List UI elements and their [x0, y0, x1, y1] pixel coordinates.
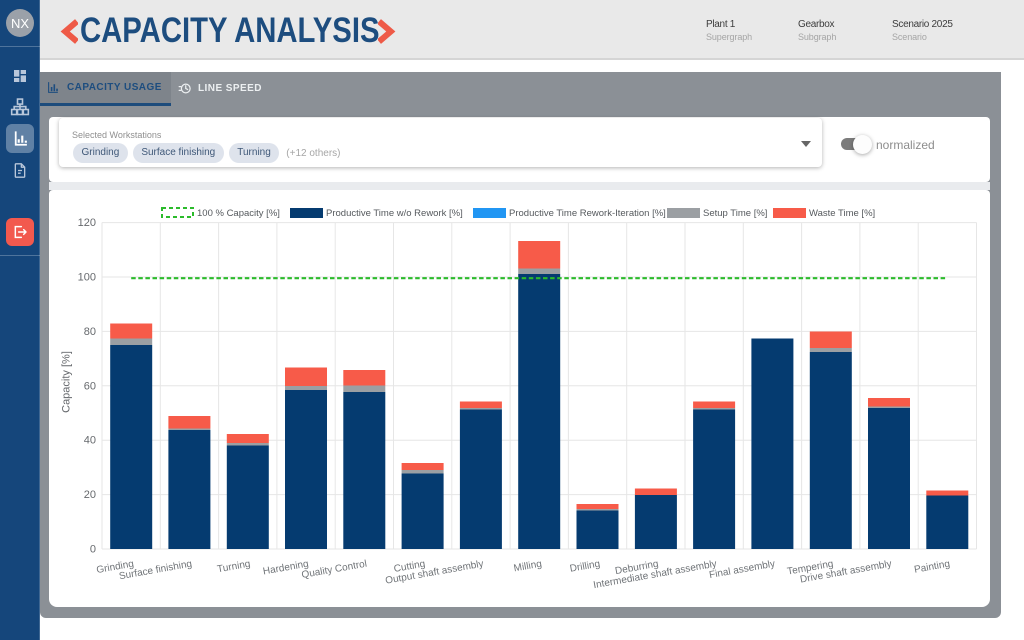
svg-text:20: 20: [84, 489, 96, 501]
svg-text:0: 0: [90, 544, 96, 556]
svg-text:Capacity [%]: Capacity [%]: [61, 351, 73, 413]
svg-text:Drilling: Drilling: [569, 559, 601, 575]
svg-text:Quality Control: Quality Control: [301, 559, 368, 581]
svg-text:Final assembly: Final assembly: [708, 559, 776, 581]
svg-text:60: 60: [84, 380, 96, 392]
svg-text:80: 80: [84, 326, 96, 338]
svg-text:Painting: Painting: [913, 559, 951, 576]
svg-text:Turning: Turning: [216, 559, 251, 576]
svg-text:120: 120: [78, 217, 96, 229]
svg-text:100: 100: [78, 272, 96, 284]
svg-text:40: 40: [84, 435, 96, 447]
svg-text:Milling: Milling: [513, 559, 543, 575]
